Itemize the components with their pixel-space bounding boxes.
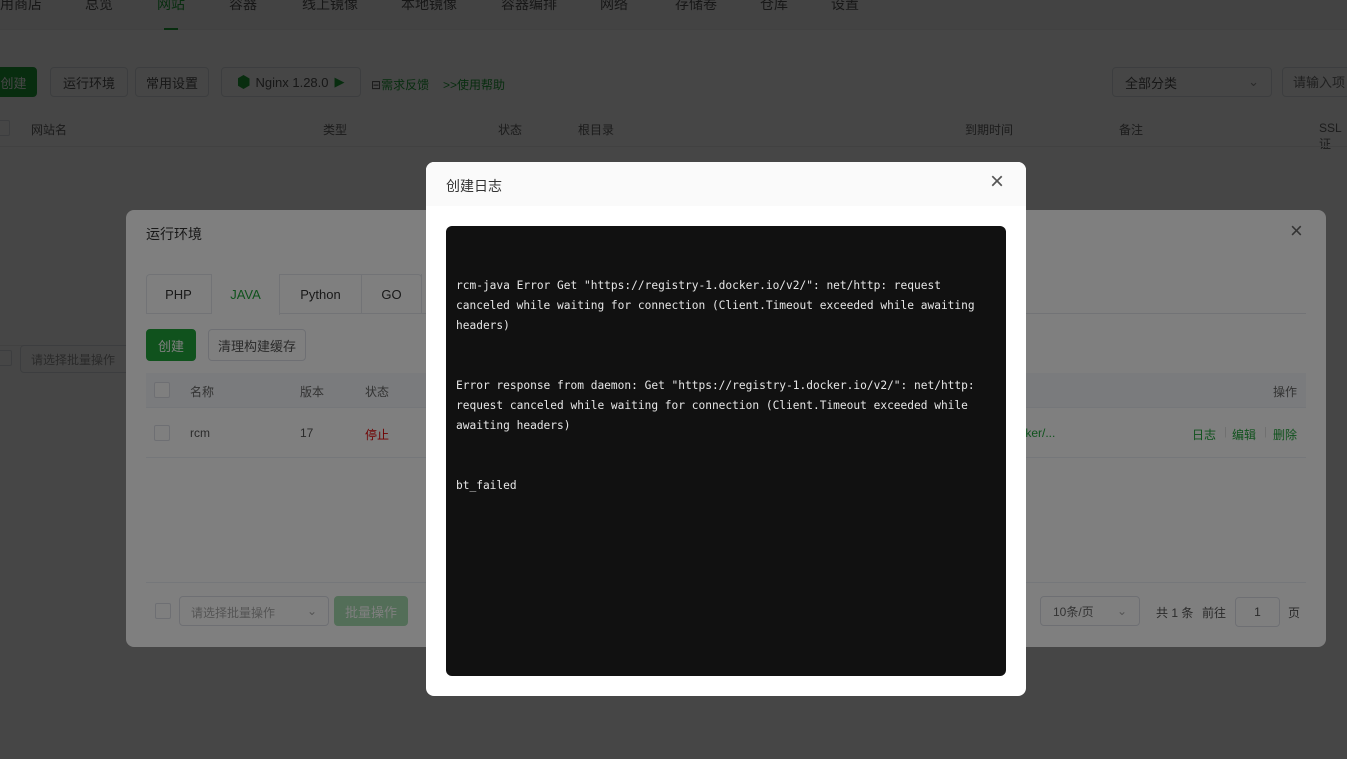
dialog-title: 创建日志 <box>446 178 502 194</box>
create-log-dialog: 创建日志 × rcm-java Error Get "https://regis… <box>426 162 1026 696</box>
dialog-header: 创建日志 × <box>426 162 1026 206</box>
log-line: bt_failed <box>456 479 517 492</box>
log-output[interactable]: rcm-java Error Get "https://registry-1.d… <box>446 226 1006 676</box>
close-icon[interactable]: × <box>990 168 1004 196</box>
log-line: rcm-java Error Get "https://registry-1.d… <box>456 279 982 332</box>
log-line: Error response from daemon: Get "https:/… <box>456 379 982 432</box>
